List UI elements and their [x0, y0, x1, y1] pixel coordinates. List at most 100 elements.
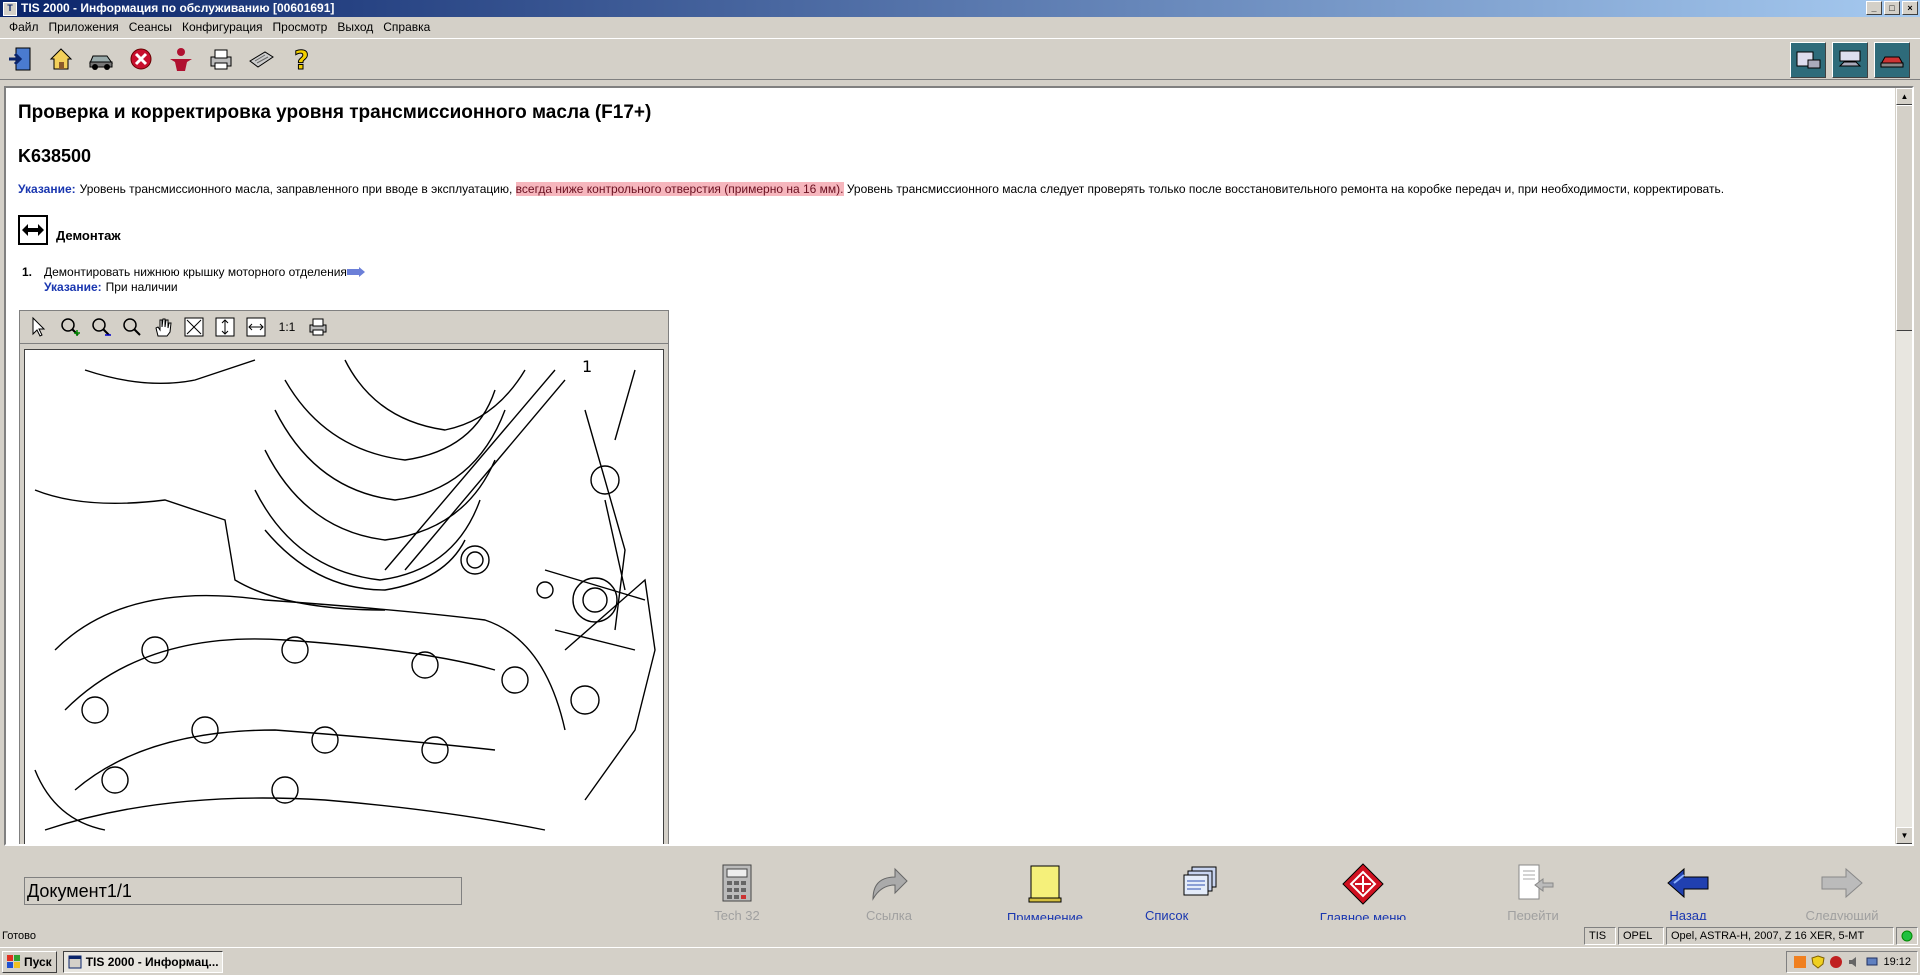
menu-configuration[interactable]: Конфигурация: [177, 17, 268, 37]
note-label: Указание:: [18, 182, 76, 196]
section-label: Демонтаж: [56, 228, 121, 243]
fit-width-tool[interactable]: [243, 315, 269, 339]
fit-page-icon: [184, 317, 204, 337]
printer-icon: [309, 318, 327, 336]
print-button[interactable]: [204, 42, 238, 76]
document-list-button[interactable]: Список документов: [1145, 850, 1255, 920]
fit-height-tool[interactable]: [212, 315, 238, 339]
tech32-label: Tech 32: [714, 908, 760, 920]
menu-applications[interactable]: Приложения: [44, 17, 124, 37]
printer-icon: [210, 49, 232, 70]
vehicle-diagnostic-icon: [1838, 50, 1862, 67]
window-titlebar: T TIS 2000 - Информация по обслуживанию …: [0, 0, 1920, 17]
application-button[interactable]: Применение: [990, 850, 1100, 920]
hand-icon: [155, 318, 172, 337]
fit-page-tool[interactable]: [181, 315, 207, 339]
minimize-button[interactable]: _: [1866, 1, 1882, 15]
link-arrow-icon[interactable]: [346, 267, 365, 277]
status-app: TIS: [1584, 927, 1616, 945]
language-icon[interactable]: [1793, 955, 1807, 969]
menu-sessions[interactable]: Сеансы: [124, 17, 177, 37]
gearbox-illustration: 1: [34, 357, 656, 831]
car-service-icon: [1880, 56, 1904, 68]
close-button[interactable]: ×: [1902, 1, 1918, 15]
speaker-icon[interactable]: [1847, 955, 1861, 969]
menu-view[interactable]: Просмотр: [268, 17, 333, 37]
status-brand: OPEL: [1618, 927, 1664, 945]
service-tool-button[interactable]: [1832, 42, 1868, 78]
document-title: Проверка и корректировка уровня трансмис…: [18, 102, 652, 123]
clock: 19:12: [1883, 956, 1911, 968]
shield-icon[interactable]: [1811, 955, 1826, 969]
question-icon: ?: [294, 46, 310, 74]
application-label: Применение: [1006, 910, 1084, 920]
antivirus-icon[interactable]: [1829, 955, 1843, 969]
menu-bar: Файл Приложения Сеансы Конфигурация Прос…: [0, 17, 1920, 37]
status-indicator: [1896, 927, 1918, 945]
goto-button[interactable]: Перейти: [1478, 850, 1588, 920]
start-button[interactable]: Пуск: [2, 950, 57, 973]
document-body: Проверка и корректировка уровня трансмис…: [18, 102, 1888, 294]
pointer-tool[interactable]: [26, 315, 52, 339]
vehicle-tool-button[interactable]: [1874, 42, 1910, 78]
back-label: Назад: [1669, 908, 1707, 920]
main-menu-diamond-icon: [1342, 863, 1384, 905]
technical-drawing[interactable]: 1: [24, 349, 664, 844]
tech-tool-button[interactable]: [1790, 42, 1826, 78]
user-button[interactable]: [164, 42, 198, 76]
exit-door-icon: [9, 47, 31, 71]
taskbar-app-label: TIS 2000 - Информац...: [85, 954, 219, 969]
viewer-toolbar: 1:1: [20, 311, 668, 344]
actual-size-tool[interactable]: 1:1: [274, 315, 300, 339]
main-menu-button[interactable]: Главное меню: [1308, 850, 1418, 920]
documents-stack-icon: [1183, 866, 1217, 896]
stop-button[interactable]: [124, 42, 158, 76]
maximize-button[interactable]: □: [1884, 1, 1900, 15]
zoom-out-tool[interactable]: [88, 315, 114, 339]
reference-button[interactable]: Ссылка: [834, 850, 944, 920]
zoom-tool[interactable]: [119, 315, 145, 339]
zoom-in-tool[interactable]: [57, 315, 83, 339]
scroll-thumb[interactable]: [1896, 105, 1912, 331]
menu-file[interactable]: Файл: [4, 17, 44, 37]
step-text: Демонтировать нижнюю крышку моторного от…: [44, 265, 347, 279]
car-icon: [89, 55, 113, 70]
bottom-navigation: Документ1/1 Tech 32 Ссылка Применение Сп…: [0, 850, 1920, 920]
svg-text:?: ?: [294, 46, 309, 73]
help-button[interactable]: ?: [284, 42, 318, 76]
tech32-button[interactable]: Tech 32: [682, 850, 792, 920]
section-removal: Демонтаж: [18, 215, 1888, 245]
back-arrow-icon: [1667, 868, 1709, 899]
app-window-icon: [68, 955, 82, 968]
cursor-icon: [32, 316, 46, 337]
keyboard-icon: [249, 51, 274, 68]
fit-height-icon: [215, 317, 235, 337]
home-button[interactable]: [44, 42, 78, 76]
next-button[interactable]: Следующий: [1787, 850, 1897, 920]
menu-help[interactable]: Справка: [378, 17, 435, 37]
scroll-up-button[interactable]: ▲: [1896, 88, 1912, 105]
online-indicator-icon: [1901, 930, 1913, 942]
reference-label: Ссылка: [865, 908, 913, 920]
document-code: K638500: [18, 146, 92, 166]
note-highlight: всегда ниже контрольного отверстия (прим…: [515, 182, 844, 196]
main-menu-label: Главное меню: [1319, 910, 1407, 920]
exit-door-button[interactable]: [4, 42, 38, 76]
print-image-tool[interactable]: [305, 315, 331, 339]
pan-tool[interactable]: [150, 315, 176, 339]
scroll-down-button[interactable]: ▼: [1896, 827, 1912, 844]
window-title: TIS 2000 - Информация по обслуживанию [0…: [21, 1, 335, 15]
vertical-scrollbar[interactable]: ▲ ▼: [1895, 88, 1912, 844]
vehicle-button[interactable]: [84, 42, 118, 76]
system-tray: 19:12: [1786, 951, 1918, 973]
step-note-text: При наличии: [105, 280, 178, 294]
menu-exit[interactable]: Выход: [332, 17, 378, 37]
back-button[interactable]: Назад: [1633, 850, 1743, 920]
calculator-icon: [722, 864, 752, 902]
network-icon[interactable]: [1865, 955, 1879, 969]
goto-label: Перейти: [1507, 908, 1559, 920]
keyboard-button[interactable]: [244, 42, 278, 76]
step-note: Указание: При наличии: [44, 280, 1888, 294]
main-toolbar: ?: [0, 38, 1920, 80]
taskbar-app-item[interactable]: TIS 2000 - Информац...: [62, 950, 223, 973]
